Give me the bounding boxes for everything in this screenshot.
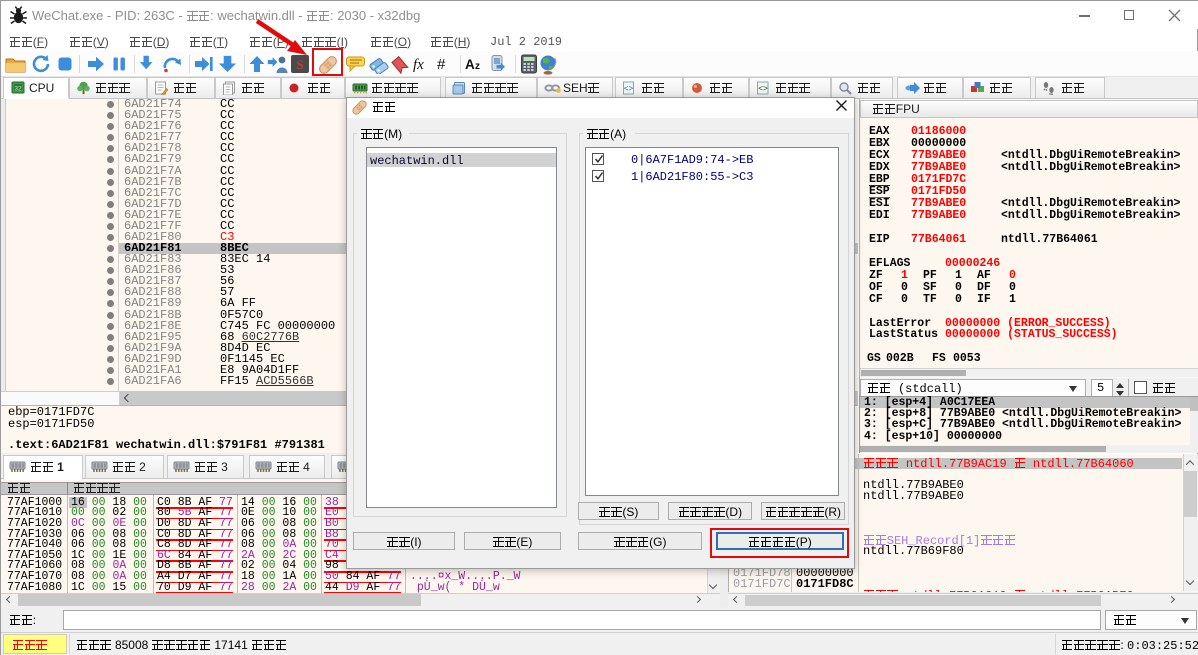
- svg-text:A: A: [465, 57, 475, 72]
- svg-text:z: z: [475, 61, 480, 72]
- svg-text:<>: <>: [624, 85, 634, 94]
- svg-text:32: 32: [14, 86, 22, 93]
- svg-text:<>: <>: [758, 85, 768, 94]
- svg-text:#: #: [437, 56, 446, 73]
- svg-text:fx: fx: [413, 57, 424, 73]
